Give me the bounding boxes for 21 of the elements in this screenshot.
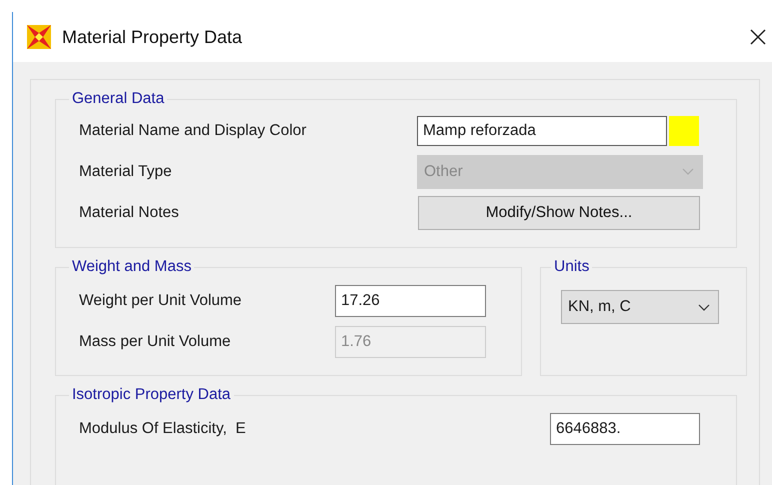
number-field[interactable]: 17.26 — [335, 284, 486, 316]
number-field[interactable]: 6646883. — [550, 412, 700, 444]
app-icon — [26, 24, 52, 50]
group-legend: Isotropic Property Data — [69, 386, 234, 404]
group-legend: Units — [551, 258, 592, 276]
field-label: Material Notes — [79, 204, 180, 222]
group-legend: Weight and Mass — [69, 258, 194, 276]
field-label: Material Type — [79, 162, 173, 180]
window-title: Material Property Data — [62, 26, 242, 48]
units-dropdown[interactable]: KN, m, C — [561, 290, 719, 324]
display-color-swatch[interactable] — [669, 116, 699, 146]
field-label: Mass per Unit Volume — [79, 332, 232, 350]
field-label: Material Name and Display Color — [79, 122, 308, 140]
field-label: Weight per Unit Volume — [79, 292, 243, 310]
chevron-down-icon — [698, 304, 710, 310]
group-legend: General Data — [69, 90, 168, 108]
field-label: Modulus Of Elasticity, E — [79, 420, 247, 438]
material-name-field[interactable]: Mamp reforzada — [417, 116, 667, 146]
modify-notes-button[interactable]: Modify/Show Notes... — [418, 196, 700, 230]
chevron-down-icon — [682, 168, 694, 175]
close-icon[interactable] — [750, 29, 766, 45]
